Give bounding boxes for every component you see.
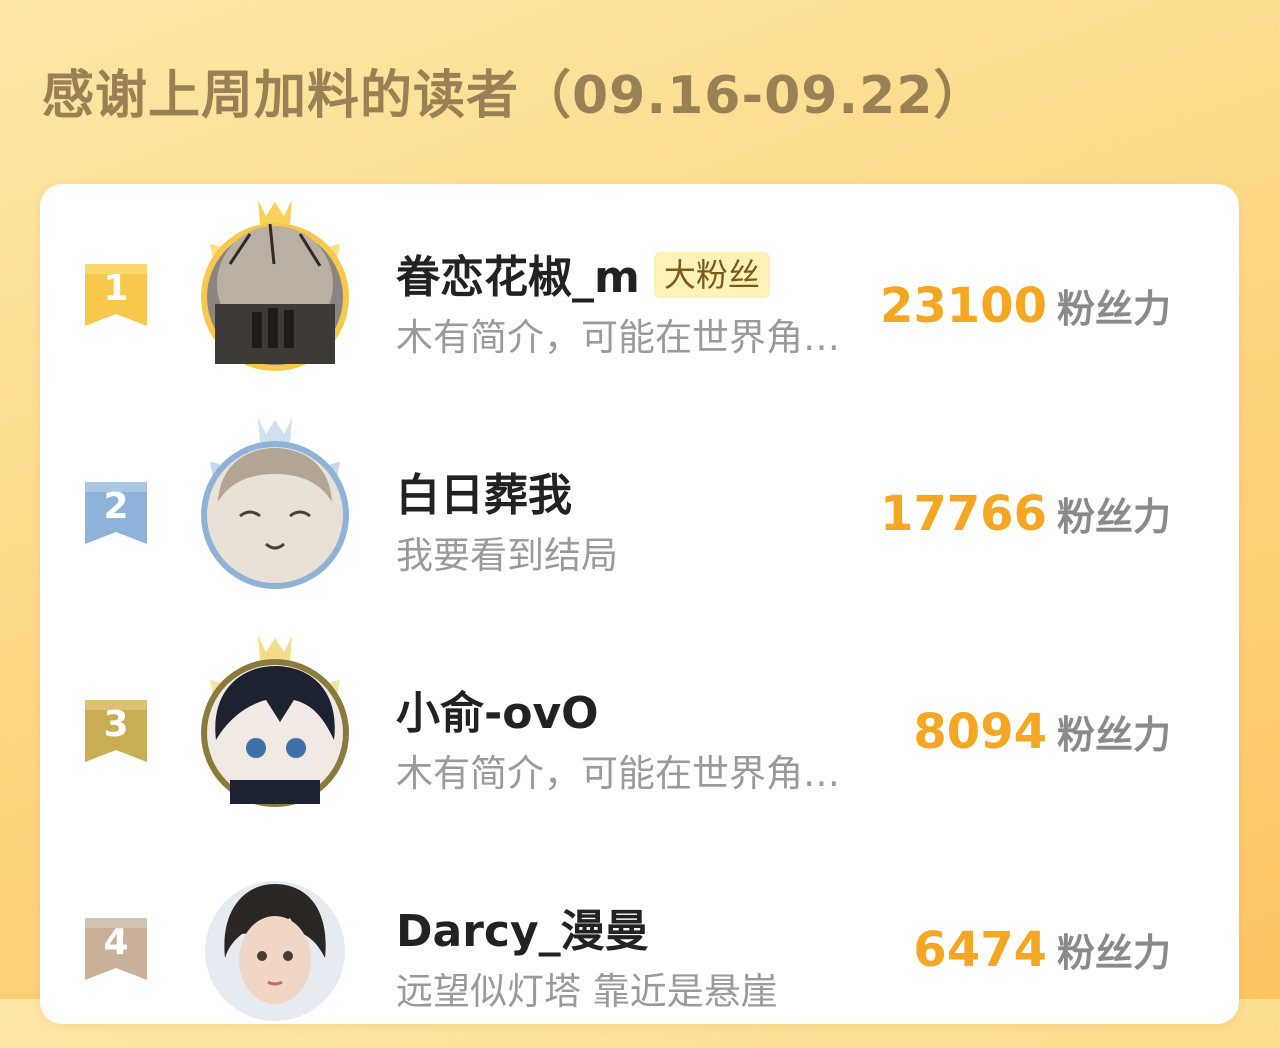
leaderboard-row-1[interactable]: 1 眷恋花椒_m 大粉丝 木有简介，可能在世界角… 23100 粉丝力: [40, 194, 1239, 394]
fan-power-score: 17766 粉丝力: [880, 484, 1171, 555]
user-name-text: Darcy_漫曼: [396, 906, 649, 957]
score-value: 6474: [913, 922, 1047, 978]
rank-ribbon-1: 1: [85, 264, 147, 326]
avatar-3[interactable]: [170, 630, 380, 830]
score-unit: 粉丝力: [1056, 931, 1171, 975]
fan-power-score: 23100 粉丝力: [880, 276, 1171, 347]
user-bio: 木有简介，可能在世界角…: [396, 752, 840, 795]
avatar-1[interactable]: [170, 194, 380, 394]
fan-badge: 大粉丝: [653, 252, 770, 298]
score-value: 8094: [913, 704, 1047, 760]
fan-power-score: 6474 粉丝力: [913, 920, 1171, 991]
user-name[interactable]: 小俞-ovO: [396, 686, 599, 742]
page-title: 感谢上周加料的读者（09.16-09.22）: [42, 66, 987, 126]
leaderboard-card: 1 眷恋花椒_m 大粉丝 木有简介，可能在世界角… 23100 粉丝力 2 白日…: [40, 184, 1239, 1024]
user-name[interactable]: Darcy_漫曼: [396, 904, 649, 960]
rank-number: 2: [103, 486, 129, 527]
avatar-2[interactable]: [170, 412, 380, 612]
leaderboard-row-2[interactable]: 2 白日葬我 我要看到结局 17766 粉丝力: [40, 412, 1239, 612]
avatar-4[interactable]: [170, 848, 380, 1048]
user-name[interactable]: 眷恋花椒_m 大粉丝: [396, 250, 770, 306]
leaderboard-row-4[interactable]: 4 Darcy_漫曼 远望似灯塔 靠近是悬崖 6474 粉丝力: [40, 848, 1239, 1048]
user-bio: 我要看到结局: [396, 534, 618, 577]
fan-power-score: 8094 粉丝力: [913, 702, 1171, 773]
user-bio: 远望似灯塔 靠近是悬崖: [396, 970, 778, 1013]
rank-number: 1: [103, 268, 129, 309]
score-unit: 粉丝力: [1056, 495, 1171, 539]
leaderboard-row-3[interactable]: 3 小俞-ovO 木有简介，可能在世界角… 8094 粉丝力: [40, 630, 1239, 830]
user-name[interactable]: 白日葬我: [396, 468, 572, 524]
rank-ribbon-3: 3: [85, 700, 147, 762]
user-name-text: 眷恋花椒_m: [396, 252, 640, 303]
score-value: 17766: [879, 486, 1047, 542]
crown-wings-silver-icon: [201, 418, 349, 589]
score-value: 23100: [879, 278, 1047, 334]
score-unit: 粉丝力: [1056, 713, 1171, 757]
rank-ribbon-4: 4: [85, 918, 147, 980]
rank-ribbon-2: 2: [85, 482, 147, 544]
user-name-text: 小俞-ovO: [396, 688, 599, 739]
score-unit: 粉丝力: [1056, 287, 1171, 331]
avatar-image-icon: [205, 881, 345, 1021]
rank-number: 3: [103, 704, 129, 745]
crown-wings-bronze-icon: [201, 636, 349, 807]
user-name-text: 白日葬我: [396, 470, 572, 521]
user-bio: 木有简介，可能在世界角…: [396, 316, 840, 359]
rank-number: 4: [103, 922, 129, 963]
crown-wings-gold-icon: [201, 200, 349, 371]
